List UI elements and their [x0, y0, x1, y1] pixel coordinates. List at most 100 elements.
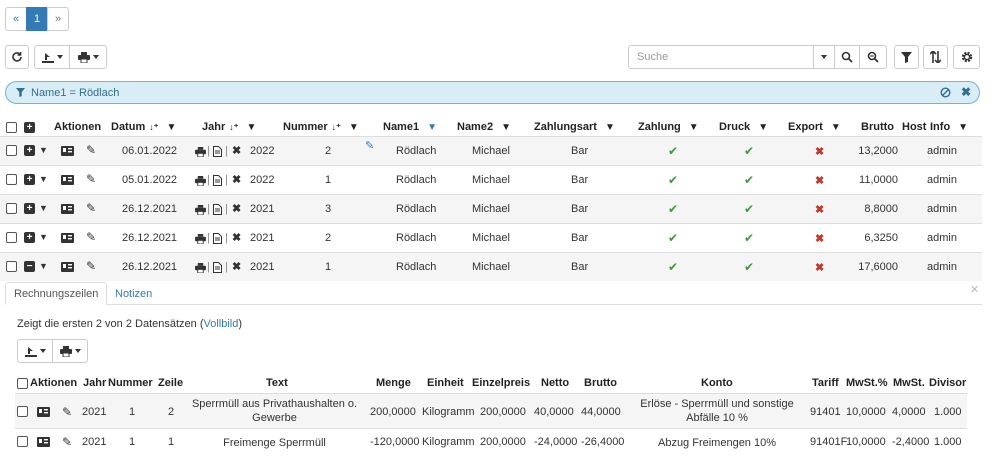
id-card-icon[interactable] [61, 262, 74, 272]
table-row[interactable]: + ▼ ✎ 26.12.2021 | | ✖ 2021 2 Rödlach Michael Bar ✔ ✔… [0, 223, 982, 252]
fullscreen-link[interactable]: Vollbild [204, 318, 239, 330]
document-icon[interactable] [213, 204, 222, 215]
select-all-checkbox[interactable] [6, 122, 17, 133]
col-jahr[interactable]: Jahr ↓⁺ ▼ [202, 118, 256, 136]
expand-row-icon[interactable]: − [24, 261, 35, 272]
row-checkbox[interactable] [6, 232, 17, 243]
close-detail-icon[interactable]: ✕ [970, 283, 979, 296]
document-icon[interactable] [213, 262, 222, 273]
expand-row-icon[interactable]: + [24, 203, 35, 214]
funnel-icon[interactable]: ▼ [501, 122, 511, 133]
chevron-down-icon[interactable]: ▼ [39, 174, 48, 184]
delete-icon[interactable]: ✖ [232, 260, 241, 273]
cross-icon: ✖ [815, 146, 825, 158]
printer-icon[interactable] [195, 234, 206, 244]
col-zahlung[interactable]: Zahlung ▼ [638, 118, 699, 136]
chevron-down-icon[interactable]: ▼ [39, 261, 48, 271]
row-checkbox[interactable] [6, 145, 17, 156]
search-dropdown-button[interactable] [813, 45, 835, 69]
delete-icon[interactable]: ✖ [232, 173, 241, 186]
pencil-icon[interactable]: ✎ [86, 259, 96, 273]
funnel-icon[interactable]: ▼ [605, 122, 615, 133]
col-export[interactable]: Export ▼ [788, 118, 841, 136]
funnel-icon[interactable]: ▼ [758, 122, 768, 133]
filter-button[interactable] [894, 45, 919, 69]
id-card-icon[interactable] [37, 407, 50, 417]
printer-icon[interactable] [195, 176, 206, 186]
zoom-out-button[interactable] [859, 45, 887, 69]
col-zahlungsart[interactable]: Zahlungsart ▼ [534, 118, 615, 136]
export-dropdown-button[interactable] [34, 45, 70, 69]
delete-icon[interactable]: ✖ [232, 202, 241, 215]
table-row[interactable]: + ▼ ✎ 05.01.2022 | | ✖ 2022 1 Rödlach Michael Bar ✔ ✔… [0, 165, 982, 194]
col-nummer[interactable]: Nummer ↓⁺ ▼ [283, 118, 359, 136]
printer-icon[interactable] [195, 147, 206, 157]
printer-icon[interactable] [195, 263, 206, 273]
page-prev-button[interactable]: « [5, 7, 27, 31]
pencil-icon[interactable]: ✎ [62, 405, 72, 419]
id-card-icon[interactable] [61, 175, 74, 185]
document-icon[interactable] [213, 175, 222, 186]
id-card-icon[interactable] [61, 233, 74, 243]
detail-export-dropdown-button[interactable] [17, 339, 53, 363]
pencil-icon[interactable]: ✎ [86, 230, 96, 244]
row-checkbox[interactable] [17, 436, 28, 447]
expand-row-icon[interactable]: + [24, 174, 35, 185]
tab-rechnungszeilen[interactable]: Rechnungszeilen [5, 282, 108, 305]
search-input[interactable]: Suche [628, 45, 814, 69]
funnel-icon[interactable]: ▼ [427, 122, 437, 133]
refresh-button[interactable] [5, 45, 29, 69]
settings-button[interactable] [953, 45, 980, 69]
table-row[interactable]: ✎ 2021 1 2 Sperrmüll aus Privathaushalten o.… [15, 393, 967, 428]
pencil-icon[interactable]: ✎ [365, 139, 374, 152]
pencil-icon[interactable]: ✎ [86, 201, 96, 215]
expand-row-icon[interactable]: + [24, 232, 35, 243]
table-row[interactable]: − ▼ ✎ 26.12.2021 | | ✖ 2021 1 Rödlach Michael Bar ✔ ✔… [0, 252, 982, 281]
document-icon[interactable] [213, 233, 222, 244]
id-card-icon[interactable] [61, 146, 74, 156]
pencil-icon[interactable]: ✎ [62, 435, 72, 449]
row-checkbox[interactable] [6, 203, 17, 214]
detail-select-all-checkbox[interactable] [17, 378, 28, 389]
funnel-icon[interactable]: ▼ [247, 122, 257, 133]
remove-filter-icon[interactable]: ✖ [961, 85, 971, 99]
page-next-button[interactable]: » [47, 7, 69, 31]
table-row[interactable]: + ▼ ✎ 06.01.2022 | | ✖ 2022 2 ✎ Rödlach Michael Bar ✔… [0, 136, 982, 165]
col-info[interactable]: Info ▼ [930, 118, 968, 136]
id-card-icon[interactable] [61, 204, 74, 214]
page-1-button[interactable]: 1 [26, 7, 48, 31]
row-checkbox[interactable] [6, 261, 17, 272]
sort-button[interactable] [923, 45, 948, 69]
chevron-down-icon[interactable]: ▼ [39, 232, 48, 242]
table-row[interactable]: + ▼ ✎ 26.12.2021 | | ✖ 2021 3 Rödlach Michael Bar ✔ ✔… [0, 194, 982, 223]
chevron-down-icon[interactable]: ▼ [39, 145, 48, 155]
search-button[interactable] [834, 45, 860, 69]
printer-icon[interactable] [195, 205, 206, 215]
expand-row-icon[interactable]: + [24, 145, 35, 156]
col-datum[interactable]: Datum ↓⁺ ▼ [111, 118, 176, 136]
cell-name1: Rödlach [396, 145, 437, 157]
document-icon[interactable] [213, 146, 222, 157]
funnel-icon[interactable]: ▼ [349, 122, 359, 133]
print-dropdown-button[interactable] [69, 45, 107, 69]
pencil-icon[interactable]: ✎ [86, 172, 96, 186]
clear-filter-icon[interactable] [940, 87, 951, 98]
funnel-icon[interactable]: ▼ [689, 122, 699, 133]
expand-all-icon[interactable]: + [24, 122, 35, 133]
tab-notizen[interactable]: Notizen [107, 282, 160, 305]
delete-icon[interactable]: ✖ [232, 231, 241, 244]
funnel-icon[interactable]: ▼ [831, 122, 841, 133]
table-row[interactable]: ✎ 2021 1 1 Freimenge Sperrmüll -120,0000 Kilog… [15, 428, 967, 454]
funnel-icon[interactable]: ▼ [958, 122, 968, 133]
delete-icon[interactable]: ✖ [232, 144, 241, 157]
chevron-down-icon[interactable]: ▼ [39, 203, 48, 213]
pencil-icon[interactable]: ✎ [86, 143, 96, 157]
col-druck[interactable]: Druck ▼ [719, 118, 768, 136]
col-name2[interactable]: Name2 ▼ [457, 118, 511, 136]
row-checkbox[interactable] [6, 174, 17, 185]
id-card-icon[interactable] [37, 437, 50, 447]
funnel-icon[interactable]: ▼ [167, 122, 177, 133]
detail-print-dropdown-button[interactable] [52, 339, 88, 363]
row-checkbox[interactable] [17, 406, 28, 417]
col-name1[interactable]: Name1 ▼ [383, 118, 437, 136]
